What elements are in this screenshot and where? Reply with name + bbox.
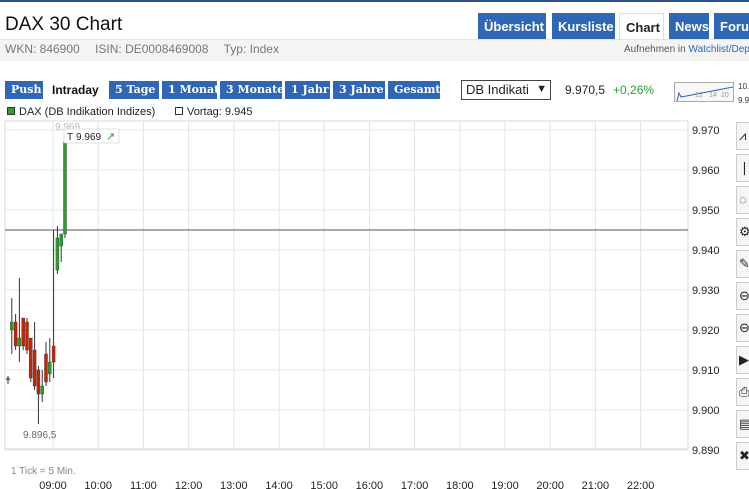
- mini-chart[interactable]: 12 14 20: [674, 82, 734, 102]
- x-tick-label: 15:00: [310, 480, 338, 489]
- x-tick-label: 22:00: [627, 480, 655, 489]
- x-tick-label: 13:00: [220, 480, 248, 489]
- y-tick-label: 9.930: [692, 285, 720, 297]
- watchlist-link[interactable]: Watchlist/Depot: [689, 44, 749, 55]
- trend-line-icon[interactable]: ⩘: [736, 122, 749, 150]
- candle-body: [59, 233, 63, 247]
- legend-swatch: [175, 107, 183, 115]
- x-tick-label: 10:00: [84, 480, 112, 489]
- range-1-jahr-button[interactable]: 1 Jahr: [285, 81, 330, 99]
- y-tick-label: 9.960: [692, 165, 720, 177]
- legend-vortag: Vortag: 9.945: [175, 106, 252, 118]
- candle-body: [6, 377, 10, 381]
- mini-tick: 20: [721, 92, 729, 99]
- x-tick-label: 18:00: [446, 480, 474, 489]
- candle-body: [29, 337, 33, 379]
- instrument-meta: WKN: 846900 ISIN: DE0008469008 Typ: Inde…: [5, 42, 291, 56]
- x-axis-labels: 09:00 10:00 11:00 12:00 13:00 14:00 15:00 16:00…: [39, 480, 654, 489]
- print-icon[interactable]: ⎙: [736, 378, 749, 406]
- x-tick-label: 21:00: [582, 480, 610, 489]
- tab-forum[interactable]: Forum: [714, 13, 749, 39]
- range-1-monat-button[interactable]: 1 Monat: [162, 81, 219, 99]
- y-tick-label: 9.970: [692, 125, 720, 137]
- price-change: +0,26%: [613, 83, 655, 97]
- y-tick-label: 9.900: [692, 405, 720, 417]
- x-tick-label: 20:00: [536, 480, 564, 489]
- legend-swatch: [7, 107, 15, 115]
- save-icon[interactable]: ▤: [736, 410, 749, 438]
- candle-body: [36, 369, 41, 395]
- range-push-button[interactable]: Push: [5, 81, 43, 99]
- mini-chart-label: 9.9: [738, 96, 749, 105]
- chart-toolbar: ⩘ ❘ ◌ ⚙ ✎ ⊖ ⊖ ▶ ⎙ ▤ ✖: [736, 118, 749, 489]
- min-value-label: 9.896,5: [23, 430, 57, 441]
- y-tick-label: 9.950: [692, 205, 720, 217]
- type-label: Typ: Index: [223, 42, 279, 56]
- x-tick-label: 09:00: [39, 480, 67, 489]
- exchange-select-value: DB Indikati: [466, 82, 529, 97]
- tab-news[interactable]: News: [669, 13, 709, 39]
- intraday-chart[interactable]: 9.970 9.960 9.950 9.940 9.930 9.920 9.910 9.900…: [0, 118, 736, 489]
- x-tick-label: 14:00: [265, 480, 293, 489]
- range-intraday-button[interactable]: Intraday: [46, 81, 106, 99]
- top-accent-line: [0, 0, 749, 2]
- exchange-select[interactable]: DB Indikati ▼: [461, 80, 551, 100]
- legend-series: DAX (DB Indikation Indizes): [7, 106, 155, 118]
- range-3-jahre-button[interactable]: 3 Jahre: [333, 81, 385, 99]
- legend-vortag-label: Vortag: 9.945: [187, 106, 253, 118]
- y-tick-label: 9.940: [692, 245, 720, 257]
- x-tick-label: 11:00: [130, 480, 157, 489]
- max-marker-icon: T: [67, 132, 73, 143]
- candle-body: [48, 361, 52, 375]
- pencil-icon[interactable]: ✎: [736, 250, 749, 278]
- candle-body: [40, 385, 44, 395]
- candle-body: [17, 337, 22, 347]
- range-5-tage-button[interactable]: 5 Tage: [109, 81, 159, 99]
- max-value-label: 9.969: [76, 132, 101, 143]
- candle-body: [13, 321, 18, 347]
- x-tick-label: 16:00: [356, 480, 384, 489]
- range-gesamt-button[interactable]: Gesamt: [388, 81, 440, 99]
- mini-tick: 14: [709, 92, 717, 99]
- candle-body: [51, 345, 56, 363]
- last-price: 9.970,5: [565, 83, 606, 97]
- tab-kursliste[interactable]: Kursliste: [552, 13, 615, 39]
- page-title: DAX 30 Chart: [5, 14, 123, 35]
- x-tick-label: 12:00: [175, 480, 203, 489]
- candle-body: [55, 237, 60, 271]
- range-3-monate-button[interactable]: 3 Monate: [220, 81, 284, 99]
- tab-overview[interactable]: Übersicht: [478, 13, 546, 39]
- candle-body: [21, 317, 25, 347]
- mini-chart-label: 10.: [738, 82, 749, 91]
- candle-body: [10, 321, 14, 331]
- ellipse-icon[interactable]: ◌: [736, 186, 749, 214]
- x-tick-label: 19:00: [491, 480, 519, 489]
- watchlist-add: Aufnehmen in Watchlist/Depot: [624, 44, 749, 55]
- x-tick-label: 17:00: [401, 480, 429, 489]
- arrow-up-right-icon: ↗: [106, 131, 115, 143]
- zoom-in-icon[interactable]: ⊖: [736, 314, 749, 342]
- watchlist-prefix: Aufnehmen in: [624, 44, 686, 55]
- delete-icon[interactable]: ✖: [736, 442, 749, 470]
- y-tick-label: 9.910: [692, 365, 720, 377]
- candle-body: [25, 321, 29, 351]
- candle-body: [63, 141, 67, 235]
- candle-body: [44, 353, 48, 383]
- y-tick-label: 9.920: [692, 325, 720, 337]
- tab-chart[interactable]: Chart: [619, 13, 664, 39]
- vertical-line-icon[interactable]: ❘: [736, 154, 749, 182]
- y-axis-labels: 9.970 9.960 9.950 9.940 9.930 9.920 9.910 9.900…: [692, 125, 720, 457]
- wkn-label: WKN: 846900: [5, 42, 80, 56]
- zoom-out-icon[interactable]: ⊖: [736, 282, 749, 310]
- y-tick-label: 9.890: [692, 445, 720, 457]
- isin-label: ISIN: DE0008469008: [95, 42, 209, 56]
- tick-info-label: 1 Tick = 5 Min.: [11, 466, 76, 477]
- settings-icon[interactable]: ⚙: [736, 218, 749, 246]
- candle-body: [32, 349, 37, 387]
- play-icon[interactable]: ▶: [736, 346, 749, 374]
- mini-tick: 12: [695, 92, 703, 99]
- chevron-down-icon: ▼: [536, 83, 547, 95]
- legend-series-label: DAX (DB Indikation Indizes): [19, 106, 156, 118]
